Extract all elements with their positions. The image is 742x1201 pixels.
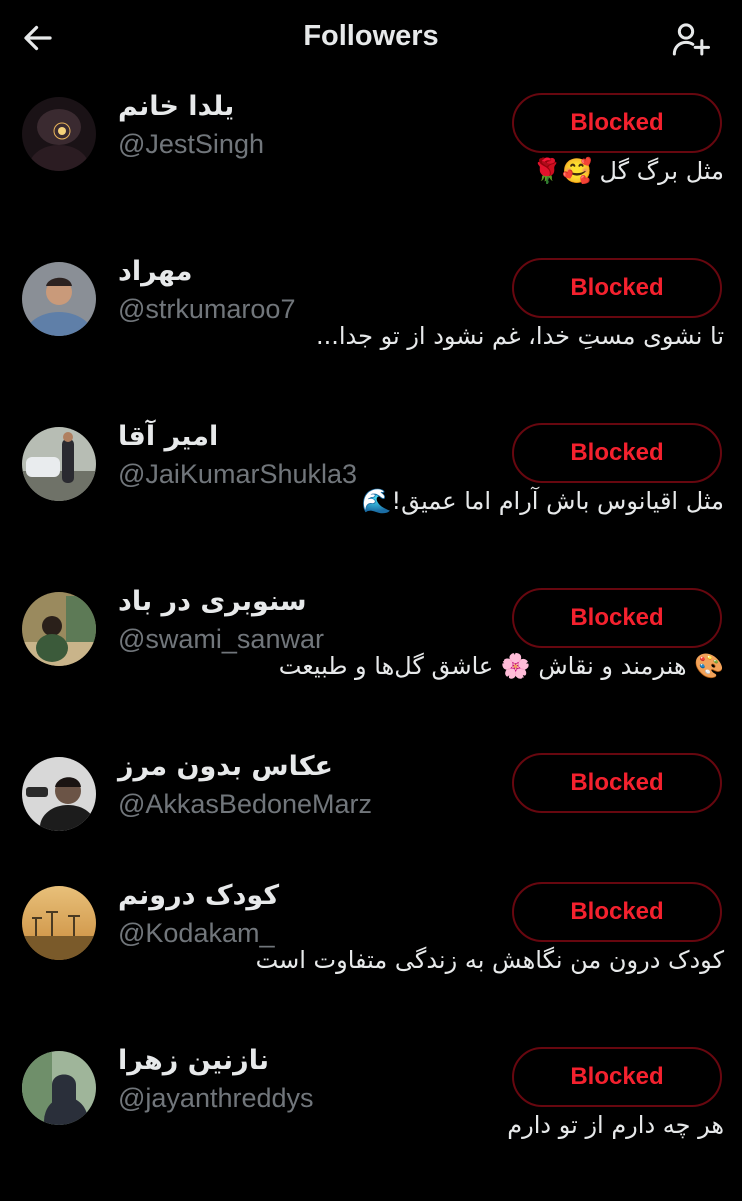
blocked-button[interactable]: Blocked	[512, 588, 722, 648]
list-item[interactable]: کودک درونم @Kodakam_ Blocked کودک درون م…	[0, 880, 742, 1036]
display-name: امیر آقا	[118, 421, 219, 452]
display-name: مهراد	[118, 256, 193, 287]
avatar[interactable]	[22, 592, 96, 666]
top-bar: Followers	[0, 0, 742, 78]
display-name: کودک درونم	[118, 880, 280, 911]
display-name: سنوبری در باد	[118, 586, 307, 617]
user-bio: تا نشوی مستِ خدا، غم نشود از تو جدا...	[316, 322, 724, 350]
user-bio: مثل برگ گل 🥰🌹	[532, 157, 724, 185]
blocked-button[interactable]: Blocked	[512, 882, 722, 942]
list-item[interactable]: یلدا خانم @JestSingh Blocked مثل برگ گل …	[0, 91, 742, 247]
user-handle: @jayanthreddys	[118, 1083, 314, 1113]
user-bio: کودک درون من نگاهش به زندگی متفاوت است	[255, 946, 724, 974]
avatar[interactable]	[22, 427, 96, 501]
list-item[interactable]: نازنین زهرا @jayanthreddys Blocked هر چه…	[0, 1045, 742, 1201]
list-item[interactable]: امیر آقا @JaiKumarShukla3 Blocked مثل اق…	[0, 421, 742, 577]
user-bio: مثل اقیانوس باش آرام اما عمیق!🌊	[361, 487, 724, 515]
user-handle: @JestSingh	[118, 129, 264, 159]
add-user-icon	[672, 23, 710, 56]
avatar[interactable]	[22, 1051, 96, 1125]
blocked-button[interactable]: Blocked	[512, 423, 722, 483]
display-name: عکاس بدون مرز	[118, 751, 333, 782]
blocked-button[interactable]: Blocked	[512, 93, 722, 153]
user-handle: @strkumaroo7	[118, 294, 296, 324]
blocked-button[interactable]: Blocked	[512, 753, 722, 813]
avatar[interactable]	[22, 97, 96, 171]
display-name: یلدا خانم	[118, 91, 235, 122]
display-name: نازنین زهرا	[118, 1045, 269, 1076]
blocked-button[interactable]: Blocked	[512, 258, 722, 318]
list-item[interactable]: مهراد @strkumaroo7 Blocked تا نشوی مستِ …	[0, 256, 742, 412]
list-item[interactable]: سنوبری در باد @swami_sanwar Blocked 🎨 هن…	[0, 586, 742, 742]
user-bio: 🎨 هنرمند و نقاش 🌸 عاشق گل‌ها و طبیعت	[278, 652, 724, 680]
blocked-button[interactable]: Blocked	[512, 1047, 722, 1107]
avatar[interactable]	[22, 262, 96, 336]
page-title: Followers	[303, 20, 439, 52]
user-handle: @AkkasBedoneMarz	[118, 789, 373, 819]
user-handle: @Kodakam_	[118, 918, 275, 948]
avatar[interactable]	[22, 886, 96, 960]
user-bio: هر چه دارم از تو دارم	[507, 1111, 724, 1139]
user-handle: @JaiKumarShukla3	[118, 459, 358, 489]
avatar[interactable]	[22, 757, 96, 831]
user-handle: @swami_sanwar	[118, 624, 324, 654]
add-user-button[interactable]	[668, 16, 714, 62]
